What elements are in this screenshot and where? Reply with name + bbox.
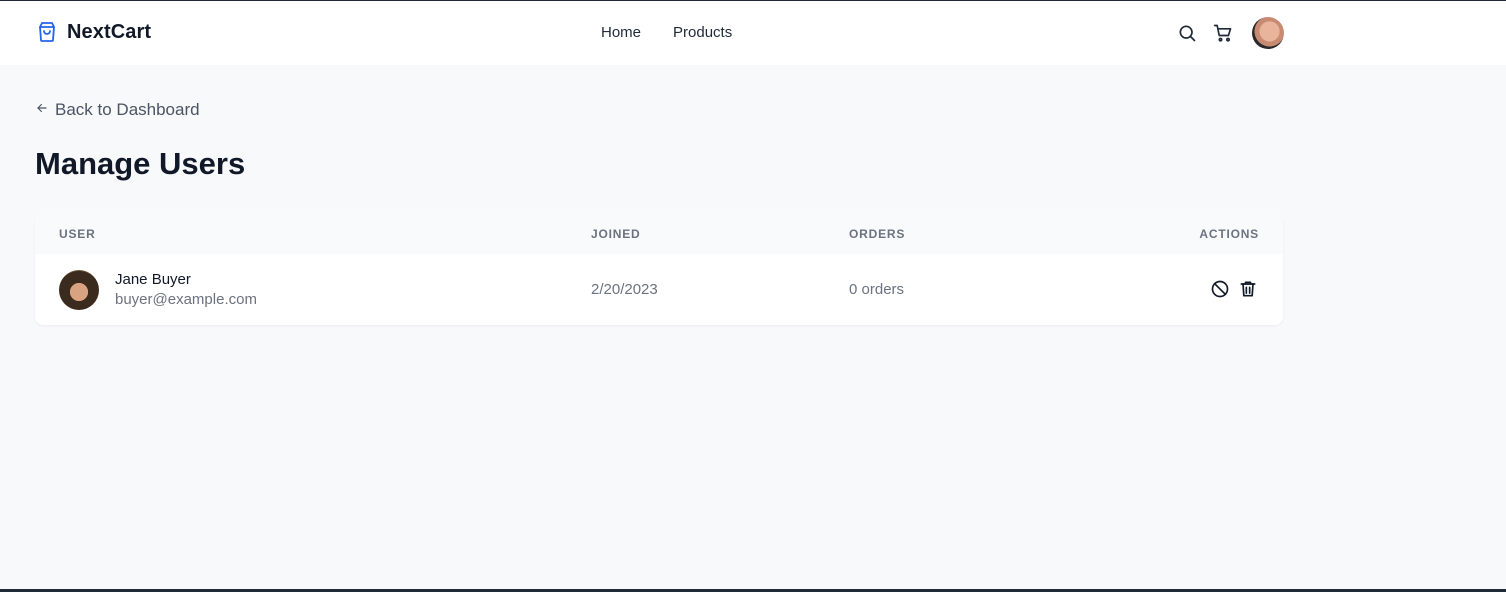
shopping-bag-icon bbox=[35, 20, 59, 44]
back-link-label: Back to Dashboard bbox=[55, 100, 200, 119]
users-table: USER JOINED ORDERS ACTIONS Jane Buyer bu… bbox=[35, 214, 1283, 325]
cart-icon[interactable] bbox=[1212, 22, 1234, 44]
brand-name: NextCart bbox=[67, 20, 152, 43]
orders-count: 0 orders bbox=[849, 281, 905, 298]
user-email: buyer@example.com bbox=[115, 291, 257, 308]
table-row: Jane Buyer buyer@example.com 2/20/2023 0… bbox=[35, 254, 1283, 325]
header-orders: ORDERS bbox=[849, 227, 906, 241]
main-nav: Home Products bbox=[601, 24, 732, 41]
back-to-dashboard-link[interactable]: Back to Dashboard bbox=[35, 100, 200, 120]
header-actions bbox=[1176, 17, 1284, 49]
arrow-left-icon bbox=[35, 100, 49, 120]
header-joined: JOINED bbox=[591, 227, 641, 241]
trash-icon[interactable] bbox=[1238, 279, 1258, 299]
nav-products-link[interactable]: Products bbox=[673, 24, 732, 41]
header-actions: ACTIONS bbox=[1199, 227, 1259, 241]
user-row-avatar bbox=[59, 270, 99, 310]
nav-home-link[interactable]: Home bbox=[601, 24, 641, 41]
joined-date: 2/20/2023 bbox=[591, 281, 658, 298]
brand-logo[interactable]: NextCart bbox=[35, 20, 151, 44]
search-icon[interactable] bbox=[1176, 22, 1198, 44]
ban-icon[interactable] bbox=[1210, 279, 1230, 299]
header-user: USER bbox=[59, 227, 96, 241]
top-navbar: NextCart Home Products bbox=[0, 1, 1506, 65]
user-avatar[interactable] bbox=[1252, 17, 1284, 49]
user-name: Jane Buyer bbox=[115, 271, 191, 288]
row-actions bbox=[1210, 279, 1258, 299]
page-title: Manage Users bbox=[35, 146, 246, 181]
table-header: USER JOINED ORDERS ACTIONS bbox=[35, 214, 1283, 254]
